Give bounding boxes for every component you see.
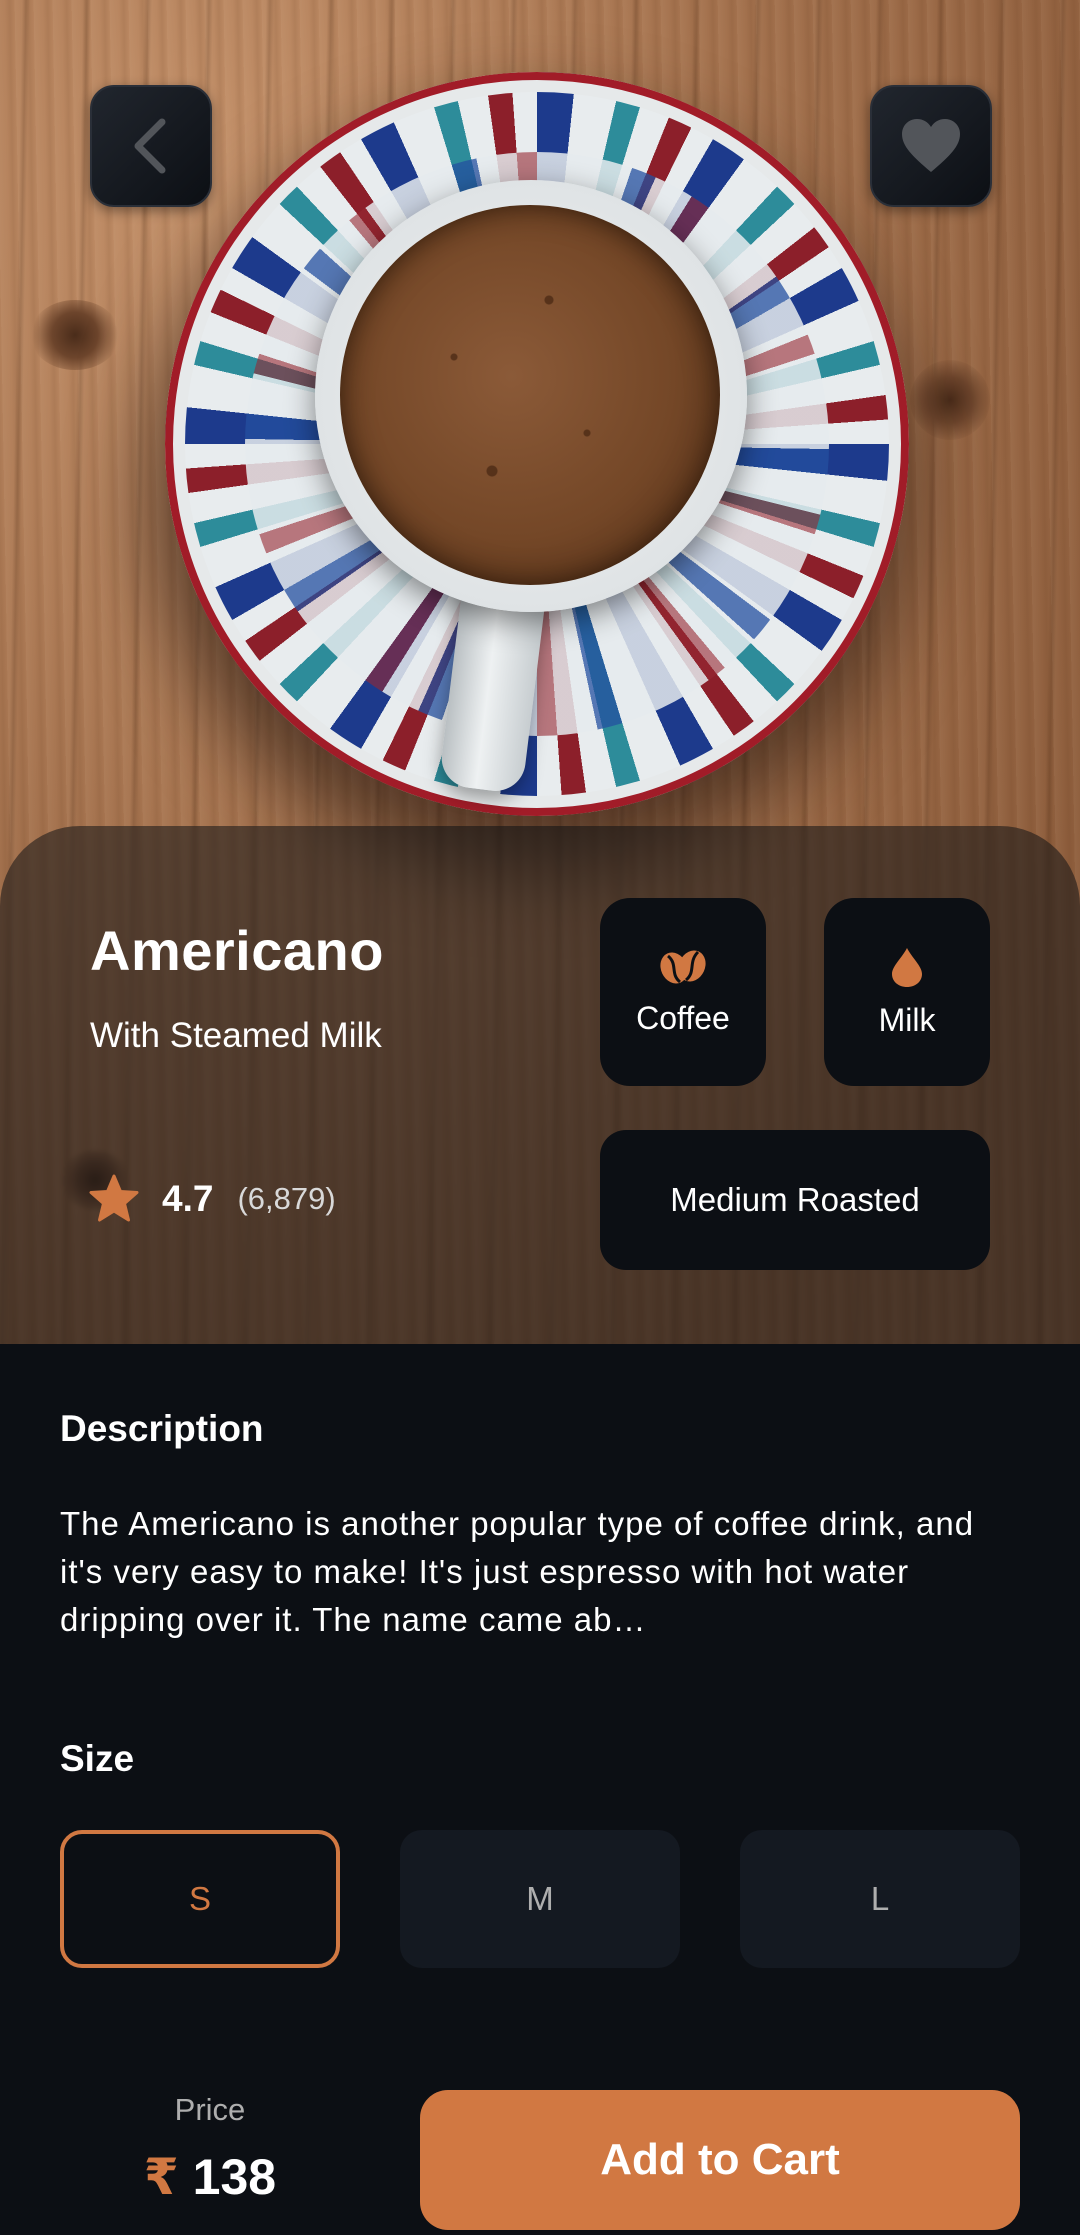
size-option-l[interactable]: L [740,1830,1020,1968]
add-to-cart-button[interactable]: Add to Cart [420,2090,1020,2230]
heart-icon [902,119,960,172]
roast-level-badge: Medium Roasted [600,1130,990,1270]
rating: 4.7 (6,879) [88,1172,336,1226]
ingredient-chip-milk: Milk [824,898,990,1086]
product-subtitle: With Steamed Milk [90,1016,382,1055]
price-label: Price [174,2092,246,2127]
wood-knot [30,300,120,370]
product-title: Americano [90,919,384,982]
rating-count: (6,879) [237,1181,336,1216]
coffee-beans-icon [660,949,706,984]
ingredient-chip-coffee: Coffee [600,898,766,1086]
back-button[interactable] [90,85,212,207]
price: ₹ 138 [60,2148,360,2206]
star-icon [89,1174,139,1222]
ingredient-label: Coffee [636,999,730,1036]
milk-drop-icon [892,947,922,987]
ingredient-label: Milk [878,1001,936,1038]
description-text[interactable]: The Americano is another popular type of… [60,1500,1020,1644]
size-option-s[interactable]: S [60,1830,340,1968]
currency-symbol: ₹ [143,2149,179,2205]
chevron-left-icon [134,118,166,174]
rating-value: 4.7 [162,1178,214,1219]
description-heading: Description [60,1408,264,1449]
favorite-button[interactable] [870,85,992,207]
coffee-surface [340,205,720,585]
size-heading: Size [60,1738,135,1779]
wood-knot [910,360,990,440]
price-value: 138 [192,2149,277,2205]
size-option-m[interactable]: M [400,1830,680,1968]
